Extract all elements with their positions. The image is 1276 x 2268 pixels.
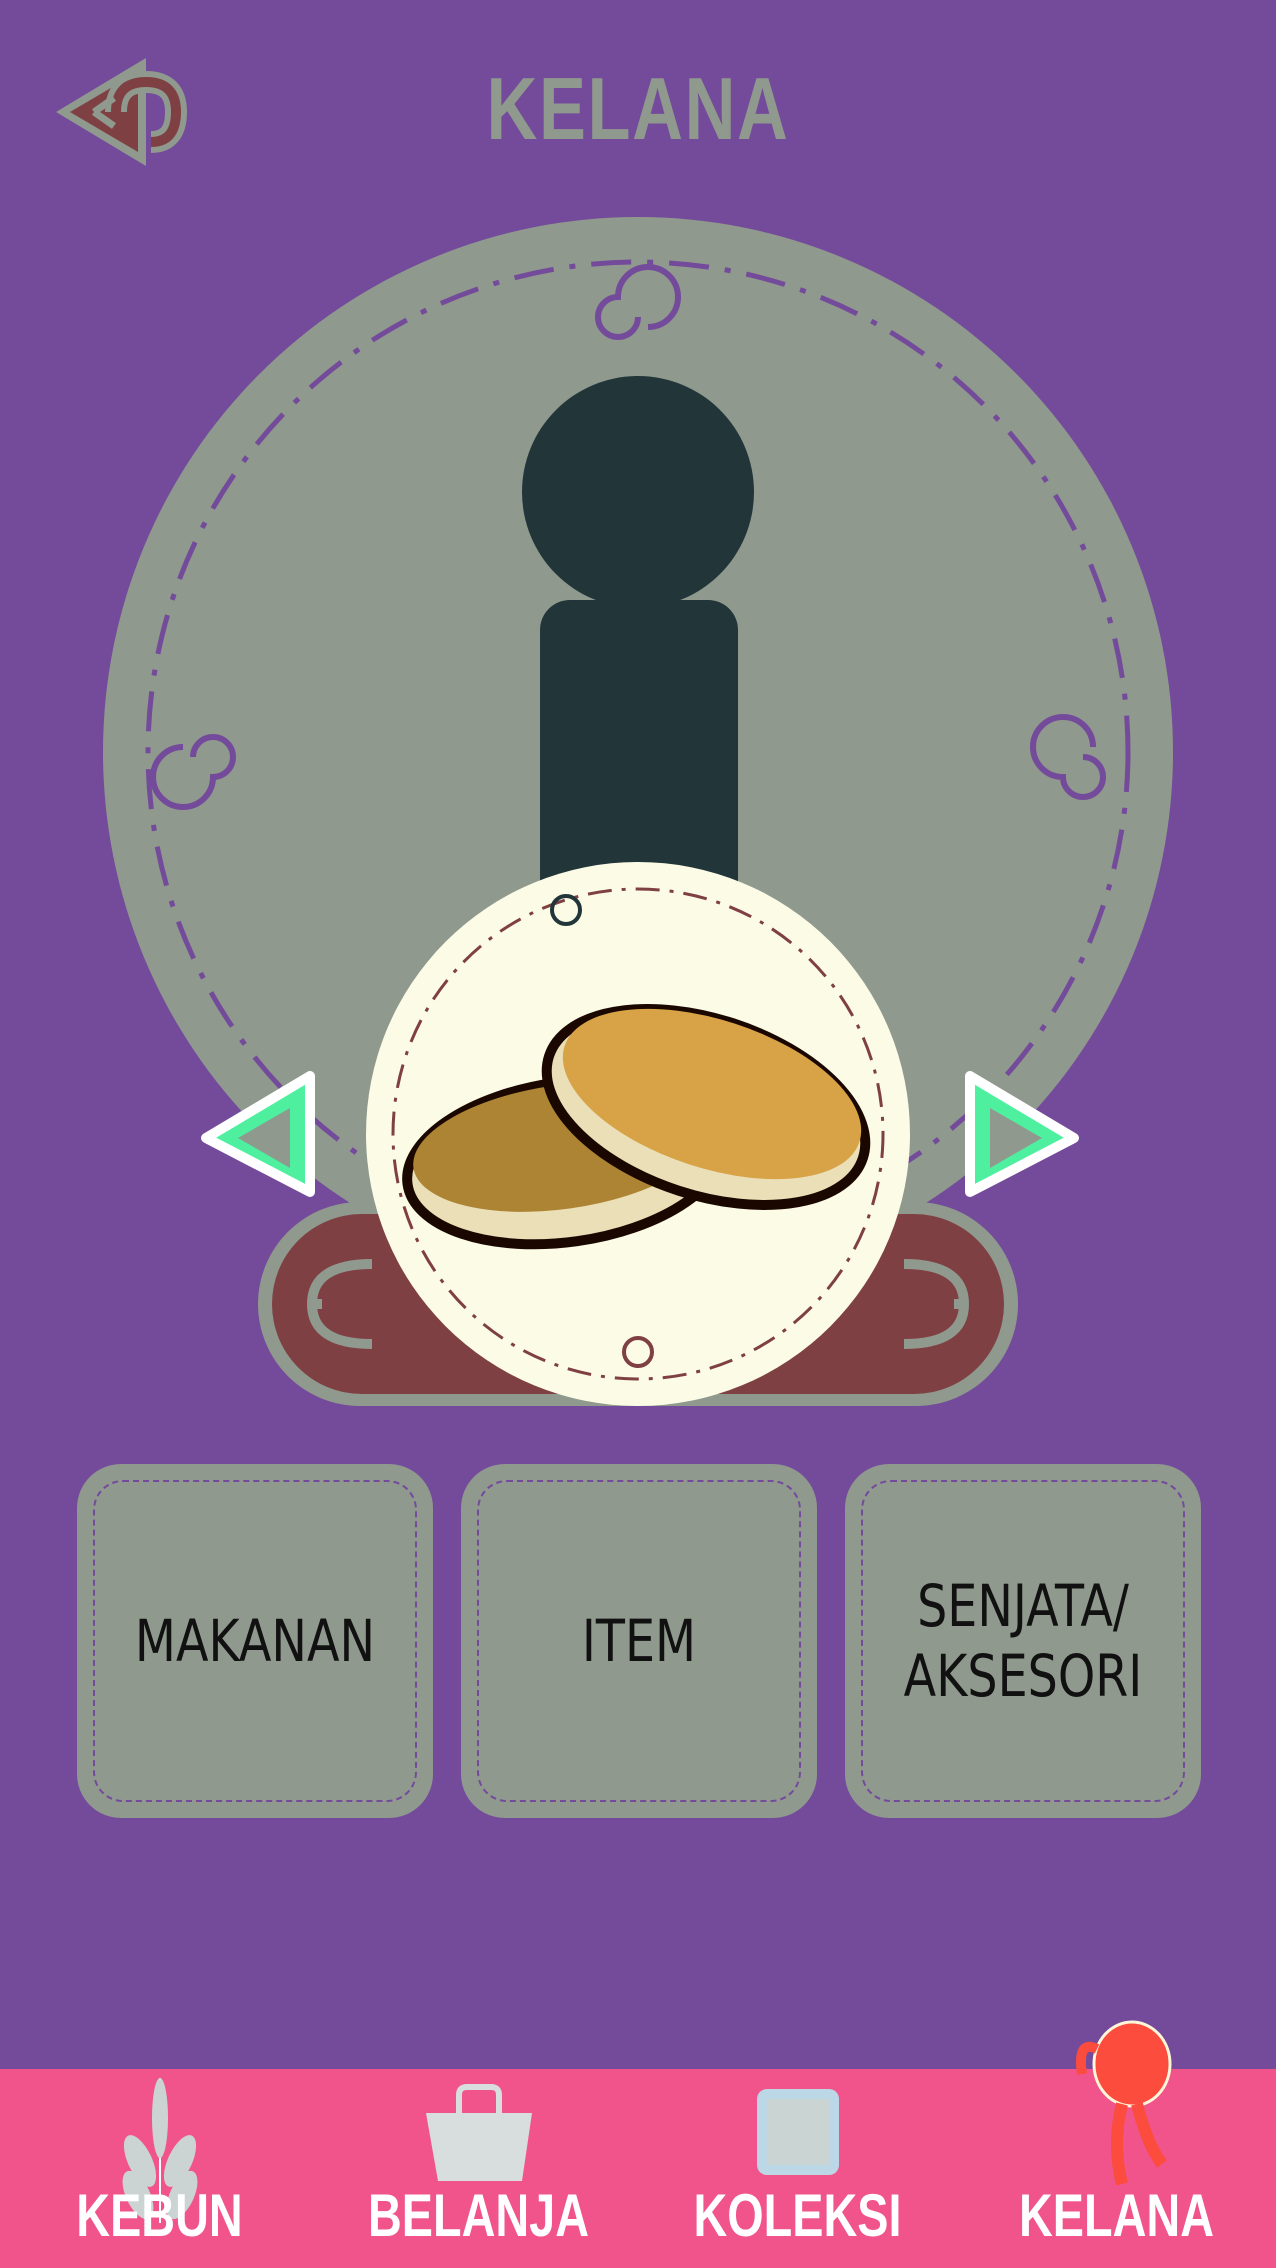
- selected-item-circle[interactable]: [366, 862, 910, 1406]
- pancake-icon: [391, 887, 885, 1381]
- nav-label: KEBUN: [76, 2182, 243, 2249]
- prev-button[interactable]: [198, 1068, 322, 1200]
- category-makanan[interactable]: MAKANAN: [77, 1464, 433, 1818]
- nav-item-kebun[interactable]: KEBUN: [0, 2069, 319, 2268]
- category-label-line1: SENJATA/: [917, 1572, 1129, 1640]
- category-label: MAKANAN: [134, 1607, 376, 1675]
- category-label: SENJATA/ AKSESORI: [877, 1571, 1169, 1711]
- bottom-nav: KEBUN BELANJA KOLEKSI KELANA: [0, 2020, 1276, 2268]
- nav-item-belanja[interactable]: BELANJA: [319, 2069, 638, 2268]
- nav-item-kelana[interactable]: KELANA: [957, 2020, 1276, 2268]
- nav-label: KELANA: [1019, 2182, 1214, 2249]
- keyhole-icon: [522, 376, 754, 608]
- category-item[interactable]: ITEM: [461, 1464, 817, 1818]
- nav-item-koleksi[interactable]: KOLEKSI: [638, 2069, 957, 2268]
- category-label-line2: AKSESORI: [903, 1642, 1143, 1710]
- wanderer-character-icon: [1075, 2020, 1171, 2186]
- frame-icon: [756, 2089, 839, 2175]
- nav-label: BELANJA: [367, 2182, 590, 2249]
- next-button[interactable]: [958, 1068, 1082, 1200]
- category-label: ITEM: [581, 1607, 697, 1675]
- nav-label: KOLEKSI: [693, 2182, 902, 2249]
- category-senjata-aksesori[interactable]: SENJATA/ AKSESORI: [845, 1464, 1201, 1818]
- page-title: KELANA: [486, 59, 790, 158]
- shopping-bag-icon: [425, 2084, 532, 2181]
